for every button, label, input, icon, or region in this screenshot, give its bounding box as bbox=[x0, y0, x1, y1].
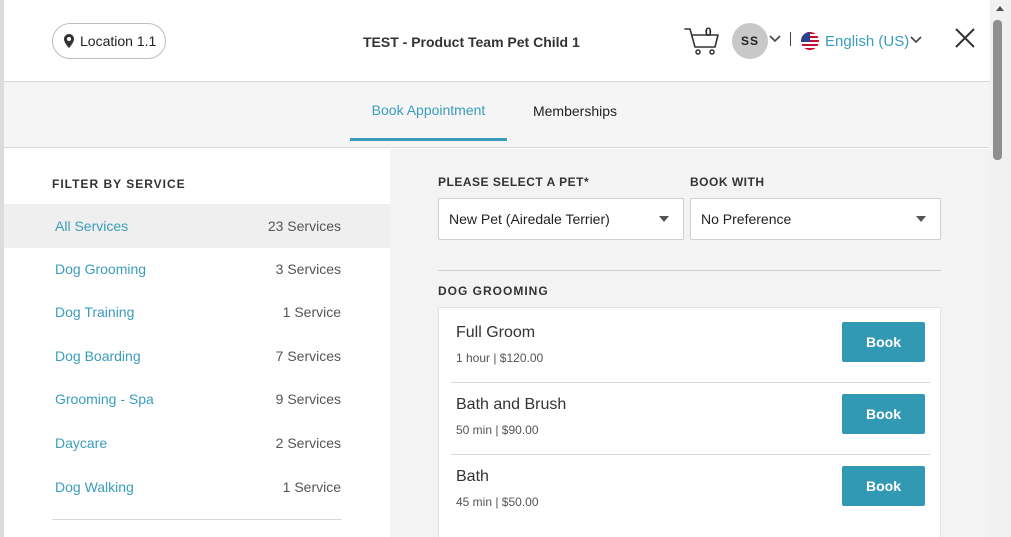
caret-down-icon bbox=[659, 216, 669, 222]
book-button[interactable]: Book bbox=[842, 322, 925, 362]
filter-heading: FILTER BY SERVICE bbox=[52, 177, 186, 191]
sidebar-item-count: 7 Services bbox=[275, 348, 341, 364]
sidebar-item-count: 9 Services bbox=[275, 391, 341, 407]
scroll-up-arrow-icon[interactable] bbox=[996, 6, 1004, 11]
service-item: Bath 45 min | $50.00 Book bbox=[451, 452, 930, 524]
sidebar-item-grooming-spa[interactable]: Grooming - Spa 9 Services bbox=[4, 377, 390, 421]
us-flag-icon bbox=[801, 32, 819, 50]
sidebar-item-daycare[interactable]: Daycare 2 Services bbox=[4, 421, 390, 465]
caret-down-icon bbox=[916, 216, 926, 222]
booking-modal: Location 1.1 TEST - Product Team Pet Chi… bbox=[0, 0, 990, 537]
book-button[interactable]: Book bbox=[842, 394, 925, 434]
sidebar-item-label: Dog Boarding bbox=[55, 348, 141, 364]
book-button[interactable]: Book bbox=[842, 466, 925, 506]
tab-bar: Book Appointment Memberships bbox=[4, 82, 990, 148]
section-divider bbox=[438, 270, 941, 271]
location-button[interactable]: Location 1.1 bbox=[52, 23, 166, 59]
service-filter-sidebar: FILTER BY SERVICE All Services 23 Servic… bbox=[4, 149, 390, 537]
scrollbar-thumb[interactable] bbox=[993, 20, 1002, 160]
cart-count: 0 bbox=[705, 25, 712, 39]
sidebar-item-dog-grooming[interactable]: Dog Grooming 3 Services bbox=[4, 247, 390, 291]
modal-header: Location 1.1 TEST - Product Team Pet Chi… bbox=[4, 0, 990, 82]
chevron-down-icon[interactable] bbox=[910, 36, 922, 44]
service-item: Full Groom 1 hour | $120.00 Book bbox=[451, 308, 930, 380]
sidebar-divider bbox=[52, 519, 342, 520]
tab-memberships[interactable]: Memberships bbox=[519, 82, 631, 140]
sidebar-item-count: 2 Services bbox=[275, 435, 341, 451]
sidebar-item-all-services[interactable]: All Services 23 Services bbox=[4, 204, 390, 248]
service-item: Bath and Brush 50 min | $90.00 Book bbox=[451, 380, 930, 452]
scrollbar[interactable] bbox=[990, 0, 1011, 537]
section-heading: DOG GROOMING bbox=[438, 284, 549, 298]
cart-button[interactable]: 0 bbox=[684, 25, 720, 56]
service-name: Bath bbox=[456, 468, 489, 485]
service-name: Bath and Brush bbox=[456, 396, 567, 413]
service-meta: 45 min | $50.00 bbox=[456, 495, 539, 509]
pet-select-label: PLEASE SELECT A PET* bbox=[438, 175, 590, 189]
book-with-label: BOOK WITH bbox=[690, 175, 765, 189]
sidebar-item-label: All Services bbox=[55, 218, 129, 234]
language-selector[interactable]: English (US) bbox=[825, 33, 909, 50]
sidebar-item-label: Dog Walking bbox=[55, 479, 134, 495]
sidebar-item-count: 1 Service bbox=[282, 304, 341, 320]
pet-select-value: New Pet (Airedale Terrier) bbox=[449, 211, 610, 227]
divider bbox=[790, 32, 791, 46]
sidebar-item-label: Dog Grooming bbox=[55, 261, 147, 277]
service-name: Full Groom bbox=[456, 324, 536, 341]
sidebar-item-count: 23 Services bbox=[267, 218, 341, 234]
sidebar-item-count: 1 Service bbox=[282, 479, 341, 495]
service-list-panel: PLEASE SELECT A PET* New Pet (Airedale T… bbox=[390, 149, 990, 537]
pet-select[interactable]: New Pet (Airedale Terrier) bbox=[438, 198, 684, 240]
service-card: Full Groom 1 hour | $120.00 Book Bath an… bbox=[438, 307, 941, 537]
sidebar-item-label: Grooming - Spa bbox=[55, 391, 154, 407]
sidebar-item-dog-training[interactable]: Dog Training 1 Service bbox=[4, 290, 390, 334]
book-with-select[interactable]: No Preference bbox=[690, 198, 941, 240]
sidebar-item-dog-boarding[interactable]: Dog Boarding 7 Services bbox=[4, 334, 390, 378]
tab-book-appointment[interactable]: Book Appointment bbox=[350, 82, 507, 141]
close-icon[interactable] bbox=[954, 27, 976, 49]
sidebar-item-label: Dog Training bbox=[55, 304, 135, 320]
sidebar-item-label: Daycare bbox=[55, 435, 108, 451]
location-pin-icon bbox=[64, 34, 74, 48]
sidebar-item-dog-walking[interactable]: Dog Walking 1 Service bbox=[4, 465, 390, 509]
book-with-value: No Preference bbox=[701, 211, 792, 227]
cart-icon bbox=[684, 28, 719, 55]
service-meta: 50 min | $90.00 bbox=[456, 423, 539, 437]
service-meta: 1 hour | $120.00 bbox=[456, 351, 544, 365]
page-title: TEST - Product Team Pet Child 1 bbox=[363, 34, 580, 50]
chevron-down-icon[interactable] bbox=[769, 35, 781, 43]
avatar[interactable]: SS bbox=[732, 23, 768, 59]
sidebar-item-count: 3 Services bbox=[275, 261, 341, 277]
location-label: Location 1.1 bbox=[80, 33, 157, 49]
